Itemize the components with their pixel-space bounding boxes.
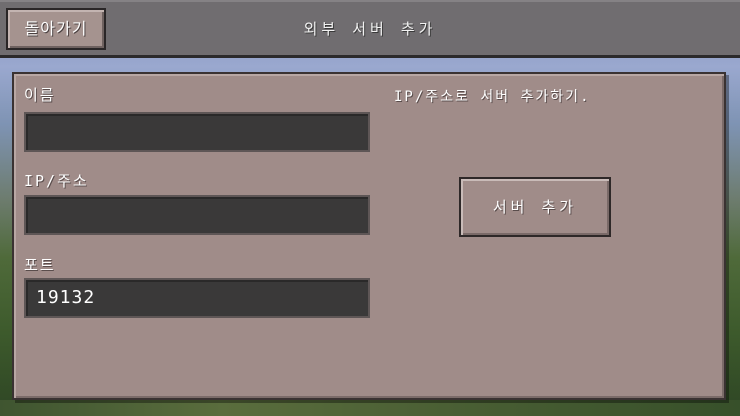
- app-screen: { "header": { "back_label": "돌아가기", "tit…: [0, 0, 740, 416]
- port-field[interactable]: 19132: [24, 278, 370, 318]
- add-server-button[interactable]: 서버 추가: [459, 177, 611, 237]
- top-bar: 돌아가기 외부 서버 추가: [0, 0, 740, 58]
- world-background-ground: [0, 400, 740, 416]
- address-label: IP/주소: [24, 172, 89, 190]
- name-label: 이름: [24, 86, 56, 104]
- page-title: 외부 서버 추가: [303, 20, 437, 38]
- name-field[interactable]: [24, 112, 370, 152]
- add-server-panel: 이름 IP/주소 포트 19132 IP/주소로 서버 추가하기. 서버 추가: [12, 72, 726, 400]
- address-field[interactable]: [24, 195, 370, 235]
- add-by-address-hint: IP/주소로 서버 추가하기.: [394, 89, 591, 105]
- port-label: 포트: [24, 256, 56, 274]
